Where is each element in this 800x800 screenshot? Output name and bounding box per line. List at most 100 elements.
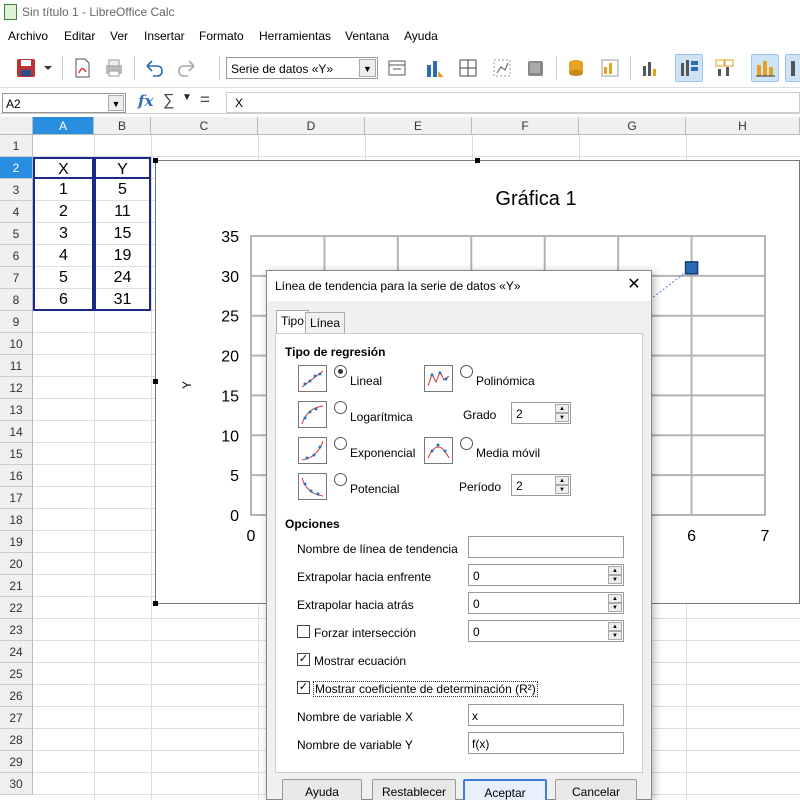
row-header-27[interactable]: 27	[0, 707, 33, 729]
chart-wall-icon[interactable]	[521, 54, 549, 82]
cell-x-value[interactable]: 2	[33, 201, 94, 223]
polynomial-trend-icon[interactable]	[424, 365, 453, 392]
radio-polinomica[interactable]	[460, 365, 473, 378]
redo-icon[interactable]	[173, 54, 201, 82]
corner-select-all[interactable]	[0, 117, 33, 135]
row-header-14[interactable]: 14	[0, 421, 33, 443]
radio-exponencial[interactable]	[334, 437, 347, 450]
stepper-down-icon[interactable]: ▼	[608, 603, 622, 612]
axis-title-icon[interactable]	[710, 54, 738, 82]
row-header-12[interactable]: 12	[0, 377, 33, 399]
moving-average-icon[interactable]	[424, 437, 453, 464]
row-header-25[interactable]: 25	[0, 663, 33, 685]
cell-y-value[interactable]: 15	[94, 223, 151, 245]
ok-button[interactable]: Aceptar	[463, 779, 547, 800]
menu-ayuda[interactable]: Ayuda	[404, 29, 438, 43]
logarithmic-trend-icon[interactable]	[298, 401, 327, 428]
menu-editar[interactable]: Editar	[64, 29, 95, 43]
tab-linea[interactable]: Línea	[305, 312, 346, 334]
row-header-16[interactable]: 16	[0, 465, 33, 487]
column-header-e[interactable]: E	[365, 117, 472, 135]
linear-trend-icon[interactable]	[298, 365, 327, 392]
column-header-c[interactable]: C	[151, 117, 258, 135]
extrapolate-backward-stepper[interactable]: 0 ▲ ▼	[468, 592, 624, 614]
row-header-17[interactable]: 17	[0, 487, 33, 509]
cell-x-value[interactable]: 6	[33, 289, 94, 311]
row-header-19[interactable]: 19	[0, 531, 33, 553]
trend-name-input[interactable]	[468, 536, 624, 558]
stepper-up-icon[interactable]: ▲	[608, 566, 622, 575]
row-header-6[interactable]: 6	[0, 245, 33, 267]
row-header-22[interactable]: 22	[0, 597, 33, 619]
row-header-26[interactable]: 26	[0, 685, 33, 707]
data-table-icon[interactable]	[562, 54, 590, 82]
chevron-down-icon[interactable]: ▼	[108, 95, 124, 111]
column-header-d[interactable]: D	[258, 117, 365, 135]
cell-b2[interactable]: Y	[94, 157, 151, 179]
cancel-button[interactable]: Cancelar	[555, 779, 637, 800]
name-box[interactable]: A2 ▼	[2, 93, 126, 113]
grado-stepper[interactable]: 2 ▲ ▼	[511, 402, 571, 424]
row-header-11[interactable]: 11	[0, 355, 33, 377]
reset-button[interactable]: Restablecer	[372, 779, 456, 800]
format-selection-icon[interactable]	[383, 54, 411, 82]
formula-input[interactable]: X	[226, 92, 800, 113]
cell-y-value[interactable]: 24	[94, 267, 151, 289]
force-intercept-stepper[interactable]: 0 ▲ ▼	[468, 620, 624, 642]
cell-x-value[interactable]: 1	[33, 179, 94, 201]
menu-ver[interactable]: Ver	[110, 29, 128, 43]
periodo-stepper[interactable]: 2 ▲ ▼	[511, 474, 571, 496]
help-button[interactable]: Ayuda	[282, 779, 362, 800]
horizontal-grids-icon[interactable]	[751, 54, 779, 82]
row-header-2[interactable]: 2	[0, 157, 33, 179]
power-trend-icon[interactable]	[298, 473, 327, 500]
extrapolate-forward-stepper[interactable]: 0 ▲ ▼	[468, 564, 624, 586]
row-header-20[interactable]: 20	[0, 553, 33, 575]
stepper-down-icon[interactable]: ▼	[608, 631, 622, 640]
print-icon[interactable]	[100, 54, 128, 82]
menu-herramientas[interactable]: Herramientas	[259, 29, 331, 43]
chevron-down-icon[interactable]	[40, 54, 56, 82]
stepper-down-icon[interactable]: ▼	[555, 413, 569, 422]
column-header-b[interactable]: B	[94, 117, 151, 135]
chart-area-icon[interactable]	[488, 54, 516, 82]
save-icon[interactable]	[12, 54, 40, 82]
function-wizard-icon[interactable]: fx	[138, 92, 153, 110]
row-header-4[interactable]: 4	[0, 201, 33, 223]
stepper-up-icon[interactable]: ▲	[608, 594, 622, 603]
undo-icon[interactable]	[140, 54, 168, 82]
stepper-down-icon[interactable]: ▼	[608, 575, 622, 584]
row-header-23[interactable]: 23	[0, 619, 33, 641]
grid-toggle-icon[interactable]	[454, 54, 482, 82]
row-header-15[interactable]: 15	[0, 443, 33, 465]
column-header-g[interactable]: G	[579, 117, 686, 135]
menu-insertar[interactable]: Insertar	[144, 29, 185, 43]
checkbox-show-r2[interactable]: ✓	[297, 681, 310, 694]
y-variable-input[interactable]: f(x)	[468, 732, 624, 754]
export-pdf-icon[interactable]	[68, 54, 96, 82]
stepper-up-icon[interactable]: ▲	[555, 476, 569, 485]
row-header-9[interactable]: 9	[0, 311, 33, 333]
row-header-30[interactable]: 30	[0, 773, 33, 795]
row-header-1[interactable]: 1	[0, 135, 33, 157]
stepper-up-icon[interactable]: ▲	[608, 622, 622, 631]
radio-logaritmica[interactable]	[334, 401, 347, 414]
data-ranges-icon[interactable]	[596, 54, 624, 82]
cell-a2[interactable]: X	[33, 157, 94, 179]
checkbox-show-equation[interactable]: ✓	[297, 653, 310, 666]
row-header-7[interactable]: 7	[0, 267, 33, 289]
tab-tipo[interactable]: Tipo	[276, 310, 309, 334]
row-header-24[interactable]: 24	[0, 641, 33, 663]
column-header-f[interactable]: F	[472, 117, 579, 135]
checkbox-force-intercept[interactable]	[297, 625, 310, 638]
radio-media-movil[interactable]	[460, 437, 473, 450]
row-header-5[interactable]: 5	[0, 223, 33, 245]
chart-bars-icon[interactable]	[636, 54, 664, 82]
exponential-trend-icon[interactable]	[298, 437, 327, 464]
column-header-h[interactable]: H	[686, 117, 800, 135]
row-header-10[interactable]: 10	[0, 333, 33, 355]
row-header-21[interactable]: 21	[0, 575, 33, 597]
chevron-down-icon[interactable]: ▼	[182, 92, 192, 103]
menu-archivo[interactable]: Archivo	[8, 29, 48, 43]
chevron-down-icon[interactable]: ▼	[359, 59, 376, 77]
